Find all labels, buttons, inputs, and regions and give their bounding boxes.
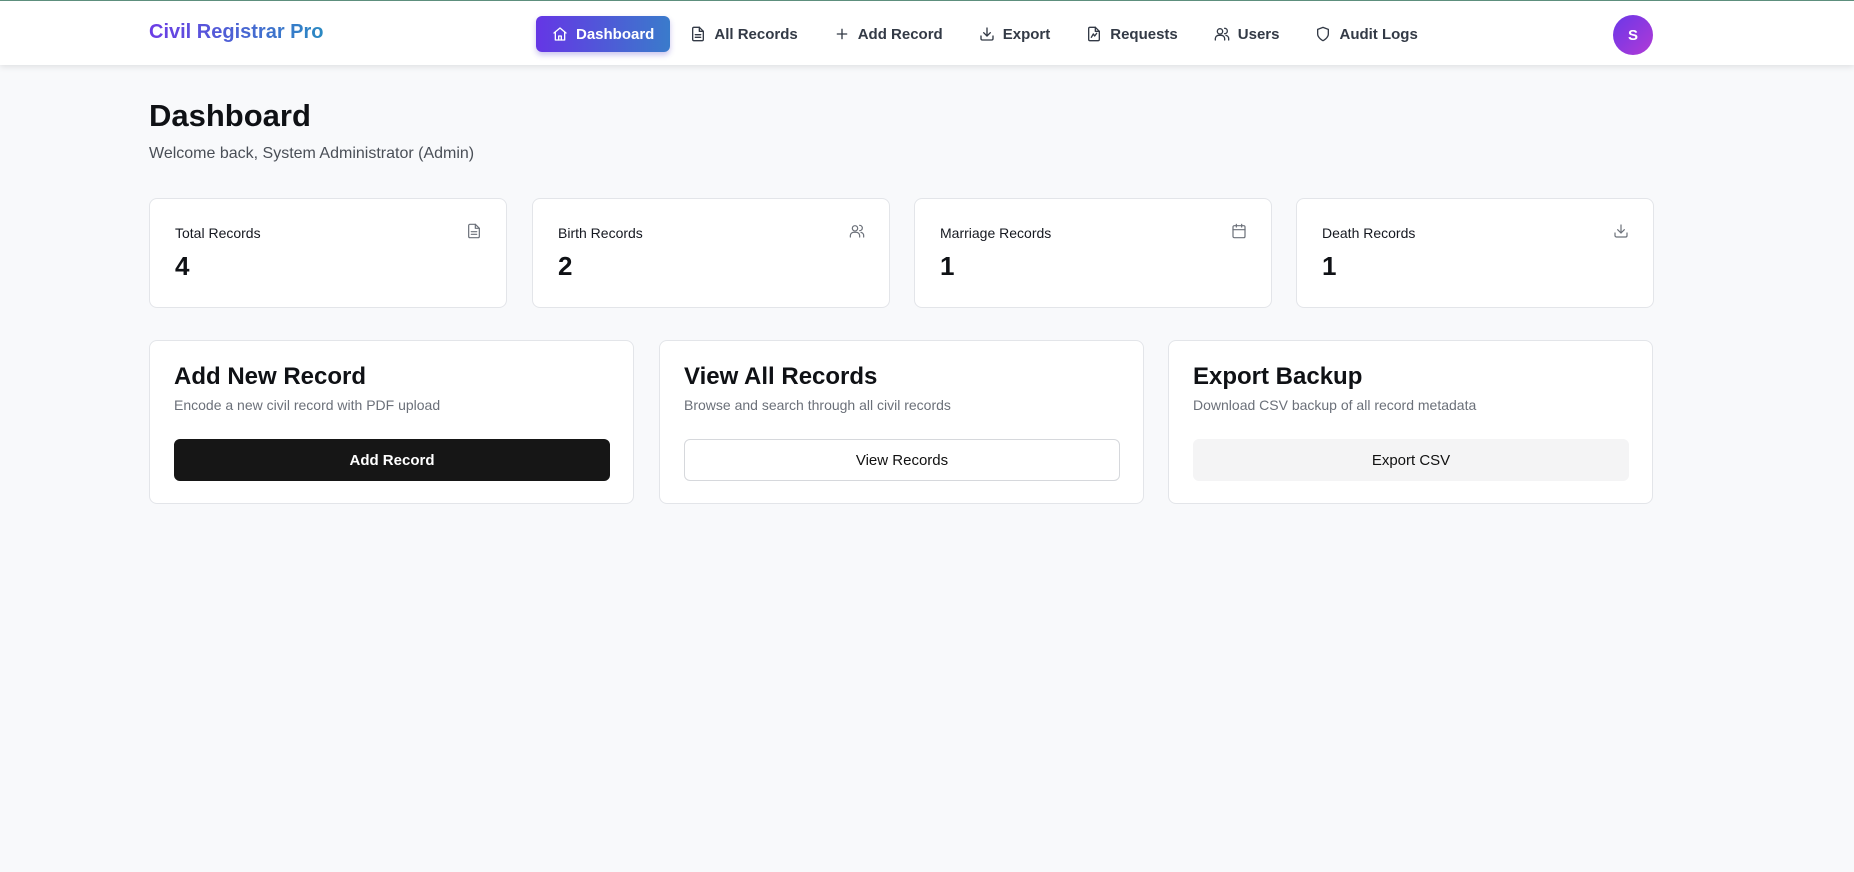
add-record-button[interactable]: Add Record (174, 439, 610, 481)
nav-item-label: Dashboard (576, 25, 655, 43)
action-card-description: Download CSV backup of all record metada… (1193, 397, 1477, 413)
stat-label: Death Records (1322, 225, 1416, 241)
plus-icon (834, 26, 850, 42)
download-icon (979, 26, 995, 42)
nav-item-label: Users (1237, 25, 1280, 43)
nav-item-label: Export (1002, 25, 1051, 43)
nav-item-label: Audit Logs (1339, 25, 1418, 43)
main-nav: Dashboard All Records Add Record Export … (536, 16, 1438, 52)
user-avatar[interactable]: S (1613, 15, 1653, 55)
stat-card-death-records: Death Records 1 (1296, 198, 1654, 308)
nav-item-users[interactable]: Users (1198, 16, 1296, 52)
top-navigation-bar: Civil Registrar Pro Dashboard All Record… (0, 0, 1854, 65)
nav-item-all-records[interactable]: All Records (674, 16, 813, 52)
action-card-title: Add New Record (174, 363, 367, 390)
stat-card-marriage-records: Marriage Records 1 (914, 198, 1272, 308)
view-records-button[interactable]: View Records (684, 439, 1120, 481)
action-card-description: Encode a new civil record with PDF uploa… (174, 397, 441, 413)
nav-item-requests[interactable]: Requests (1070, 16, 1194, 52)
nav-item-label: All Records (714, 25, 798, 43)
stat-value: 1 (1322, 251, 1337, 281)
file-signature-icon (1086, 26, 1102, 42)
nav-item-audit-logs[interactable]: Audit Logs (1299, 16, 1433, 52)
users-icon (849, 223, 865, 239)
nav-item-dashboard[interactable]: Dashboard (536, 16, 671, 52)
nav-item-export[interactable]: Export (963, 16, 1067, 52)
stat-label: Total Records (175, 225, 261, 241)
action-card-title: Export Backup (1193, 363, 1363, 390)
action-card-add-record: Add New Record Encode a new civil record… (149, 340, 634, 504)
welcome-message: Welcome back, System Administrator (Admi… (149, 145, 475, 162)
file-text-icon (466, 223, 482, 239)
action-card-view-records: View All Records Browse and search throu… (659, 340, 1144, 504)
nav-item-label: Requests (1110, 25, 1178, 43)
users-icon (1214, 26, 1230, 42)
stat-value: 4 (175, 251, 190, 281)
stat-label: Birth Records (558, 225, 643, 241)
action-card-description: Browse and search through all civil reco… (684, 397, 951, 413)
stat-value: 2 (558, 251, 573, 281)
shield-icon (1315, 26, 1331, 42)
nav-item-add-record[interactable]: Add Record (818, 16, 959, 52)
calendar-icon (1231, 223, 1247, 239)
stat-card-birth-records: Birth Records 2 (532, 198, 890, 308)
stat-card-total-records: Total Records 4 (149, 198, 507, 308)
action-card-title: View All Records (684, 363, 878, 390)
home-icon (552, 26, 568, 42)
file-text-icon (690, 26, 706, 42)
stat-label: Marriage Records (940, 225, 1052, 241)
nav-item-label: Add Record (857, 25, 943, 43)
download-icon (1613, 223, 1629, 239)
action-card-export-backup: Export Backup Download CSV backup of all… (1168, 340, 1653, 504)
app-brand-logo[interactable]: Civil Registrar Pro (149, 21, 324, 44)
export-csv-button[interactable]: Export CSV (1193, 439, 1629, 481)
page-title: Dashboard (149, 98, 311, 133)
stat-value: 1 (940, 251, 955, 281)
